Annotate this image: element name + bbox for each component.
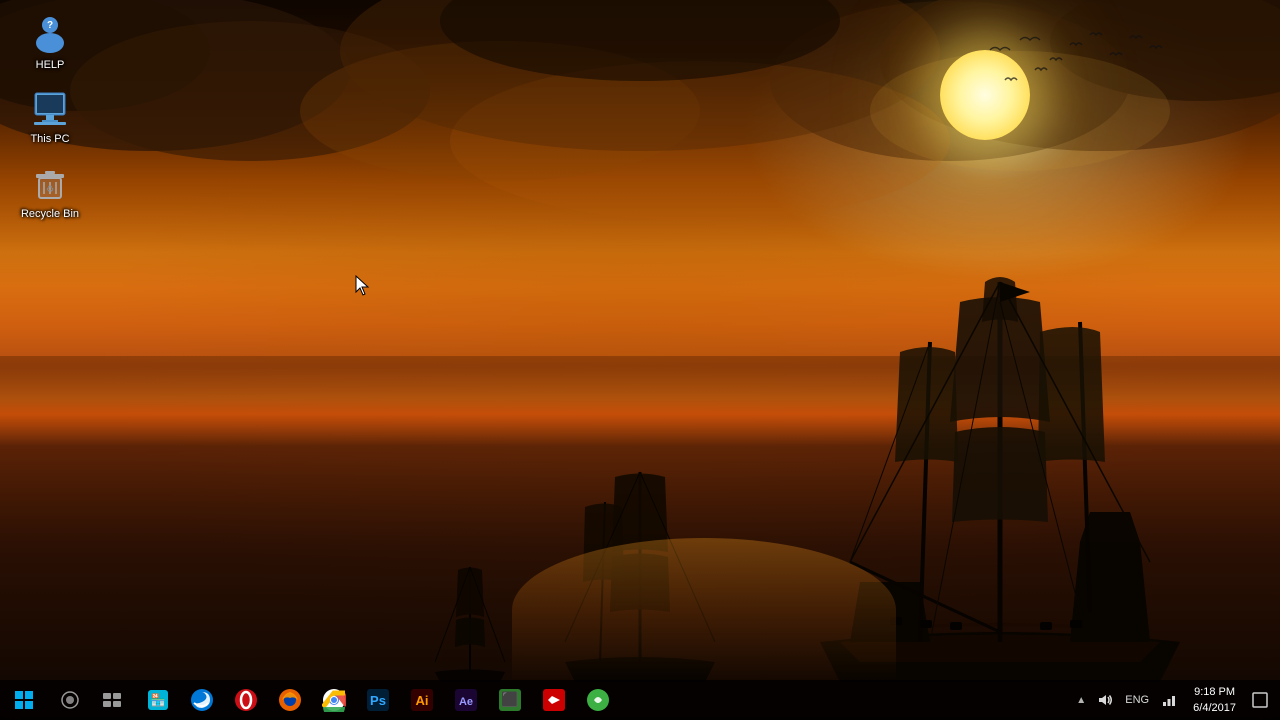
task-view-icon [103, 693, 121, 707]
network-icon-svg [1161, 692, 1177, 708]
svg-text:?: ? [47, 20, 53, 31]
taskbar-app-green2[interactable] [576, 680, 620, 720]
help-icon-image: ? [30, 14, 70, 54]
red-app-icon [542, 688, 566, 712]
tray-chevron-button[interactable]: ▲ [1073, 680, 1089, 720]
recycle-bin-icon-image: ♻ [30, 163, 70, 203]
taskbar-app-chrome[interactable] [312, 680, 356, 720]
svg-text:♻: ♻ [46, 184, 54, 194]
taskbar-app-red[interactable] [532, 680, 576, 720]
green-app1-icon: ⬛ [498, 688, 522, 712]
ship-small [430, 562, 510, 682]
network-icon[interactable] [1153, 680, 1185, 720]
taskbar-app-edge[interactable] [180, 680, 224, 720]
opera-icon [234, 688, 258, 712]
taskbar-apps: 🏪 [136, 680, 620, 720]
after-effects-icon: Ae [454, 688, 478, 712]
speaker-icon [1097, 692, 1113, 708]
recycle-bin-icon[interactable]: ♻ Recycle Bin [10, 159, 90, 225]
taskbar-app-photoshop[interactable]: Ps [356, 680, 400, 720]
language-indicator[interactable]: ENG [1121, 680, 1153, 720]
store-icon: 🏪 [146, 688, 170, 712]
taskbar-app-opera[interactable] [224, 680, 268, 720]
recycle-bin-label: Recycle Bin [21, 207, 79, 221]
edge-icon [190, 688, 214, 712]
language-text: ENG [1125, 694, 1149, 706]
help-icon[interactable]: ? HELP [10, 10, 90, 76]
birds [980, 30, 1180, 130]
help-label: HELP [36, 58, 65, 72]
svg-text:Ai: Ai [416, 693, 429, 708]
taskbar: 🏪 [0, 680, 1280, 720]
clock-time: 9:18 PM [1194, 684, 1235, 701]
chrome-icon [322, 688, 346, 712]
green-app2-icon [586, 688, 610, 712]
firefox-icon [278, 688, 302, 712]
volume-icon[interactable] [1089, 680, 1121, 720]
this-pc-label: This PC [30, 132, 69, 146]
cortana-button[interactable] [50, 680, 90, 720]
clock-area[interactable]: 9:18 PM 6/4/2017 [1185, 680, 1244, 720]
taskbar-app-illustrator[interactable]: Ai [400, 680, 444, 720]
windows-logo [15, 691, 33, 709]
svg-text:⬛: ⬛ [501, 691, 518, 708]
this-pc-icon-image [30, 88, 70, 128]
notification-icon [1252, 692, 1268, 708]
photoshop-icon: Ps [366, 688, 390, 712]
taskbar-app-green1[interactable]: ⬛ [488, 680, 532, 720]
taskbar-app-store[interactable]: 🏪 [136, 680, 180, 720]
task-view-button[interactable] [92, 680, 132, 720]
notification-center-button[interactable] [1244, 680, 1276, 720]
desktop: ? HELP This PC [0, 0, 1280, 720]
illustrator-icon: Ai [410, 688, 434, 712]
this-pc-icon[interactable]: This PC [10, 84, 90, 150]
svg-text:🏪: 🏪 [151, 693, 166, 707]
desktop-icons: ? HELP This PC [10, 10, 90, 225]
clock-date: 6/4/2017 [1193, 700, 1236, 717]
chevron-icon: ▲ [1076, 695, 1086, 706]
system-tray: ▲ ENG [1073, 680, 1280, 720]
start-button[interactable] [0, 680, 48, 720]
svg-text:Ps: Ps [370, 693, 386, 708]
taskbar-app-aftereffects[interactable]: Ae [444, 680, 488, 720]
svg-text:Ae: Ae [459, 696, 473, 708]
taskbar-app-firefox[interactable] [268, 680, 312, 720]
sea-reflection [512, 538, 896, 682]
tray-icons: ▲ ENG [1073, 680, 1185, 720]
cortana-icon [61, 691, 79, 709]
